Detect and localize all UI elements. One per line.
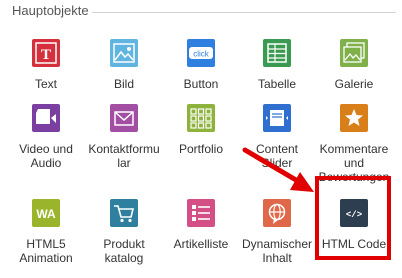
tile-comments-ratings[interactable]: Kommentare und Bewertungen bbox=[317, 98, 391, 184]
tile-label: Video und Audio bbox=[19, 142, 73, 170]
tile-portfolio[interactable]: Portfolio bbox=[164, 98, 238, 156]
portfolio-icon bbox=[181, 98, 221, 138]
html5-animation-icon: WA bbox=[26, 193, 66, 233]
tile-content-slider[interactable]: Content Slider bbox=[240, 98, 314, 170]
code-icon-text: </> bbox=[346, 210, 362, 220]
tile-dynamic-content[interactable]: Dynamischer Inhalt bbox=[240, 193, 314, 265]
table-icon bbox=[257, 33, 297, 73]
image-icon bbox=[104, 33, 144, 73]
panel-title: Hauptobjekte bbox=[12, 3, 89, 18]
tile-text[interactable]: T Text bbox=[9, 33, 83, 91]
tile-label: HTML5 Animation bbox=[19, 237, 73, 265]
tile-html5-animation[interactable]: WA HTML5 Animation bbox=[9, 193, 83, 265]
tile-label: Bild bbox=[113, 77, 134, 91]
tile-label: Kommentare und Bewertungen bbox=[318, 142, 390, 184]
tile-label: Produkt katalog bbox=[103, 237, 145, 265]
tile-product-catalog[interactable]: Produkt katalog bbox=[87, 193, 161, 265]
tile-label: HTML Code bbox=[321, 237, 387, 251]
tile-contact-form[interactable]: Kontaktformular bbox=[87, 98, 161, 170]
tile-image[interactable]: Bild bbox=[87, 33, 161, 91]
tile-article-list[interactable]: Artikelliste bbox=[164, 193, 238, 251]
tile-label: Portfolio bbox=[178, 142, 224, 156]
tile-label: Tabelle bbox=[257, 77, 297, 91]
tile-gallery[interactable]: Galerie bbox=[317, 33, 391, 91]
tile-label: Text bbox=[34, 77, 57, 91]
tile-table[interactable]: Tabelle bbox=[240, 33, 314, 91]
article-list-icon bbox=[181, 193, 221, 233]
tile-label: Button bbox=[183, 77, 219, 91]
dynamic-content-icon bbox=[257, 193, 297, 233]
tile-html-code[interactable]: </> HTML Code bbox=[317, 193, 391, 251]
text-icon: T bbox=[26, 33, 66, 73]
tile-label: Galerie bbox=[334, 77, 374, 91]
click-button-icon: click bbox=[181, 33, 221, 73]
tile-label: Kontaktformular bbox=[88, 142, 160, 170]
tile-label: Artikelliste bbox=[173, 237, 229, 251]
html-code-icon: </> bbox=[334, 193, 374, 233]
wa-icon-text: WA bbox=[36, 207, 56, 221]
svg-text:T: T bbox=[41, 47, 51, 63]
video-audio-icon bbox=[26, 98, 66, 138]
tile-button[interactable]: click Button bbox=[164, 33, 238, 91]
panel-title-divider bbox=[92, 12, 396, 13]
shopping-cart-icon bbox=[104, 193, 144, 233]
tile-video-audio[interactable]: Video und Audio bbox=[9, 98, 83, 170]
star-comment-icon bbox=[334, 98, 374, 138]
tile-label: Dynamischer Inhalt bbox=[241, 237, 313, 265]
click-icon-text: click bbox=[193, 50, 210, 59]
mail-icon bbox=[104, 98, 144, 138]
content-slider-icon bbox=[257, 98, 297, 138]
tile-label: Content Slider bbox=[255, 142, 299, 170]
gallery-icon bbox=[334, 33, 374, 73]
